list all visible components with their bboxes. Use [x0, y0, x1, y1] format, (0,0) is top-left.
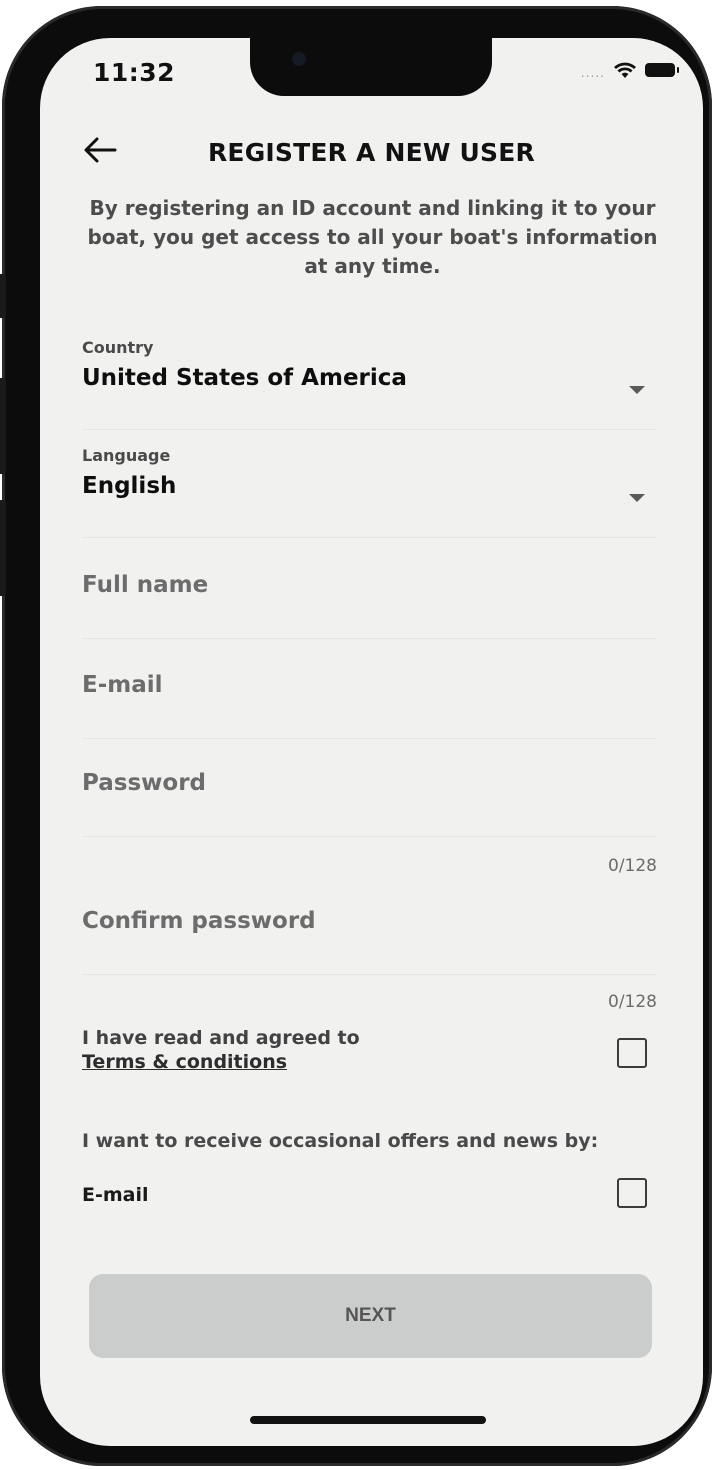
wifi-icon [614, 62, 636, 78]
signal-icon: ..... [580, 66, 605, 80]
divider [82, 537, 657, 538]
language-label: Language [82, 446, 171, 465]
divider [82, 738, 657, 739]
volume-up-button [0, 378, 6, 474]
country-value: United States of America [82, 365, 407, 391]
divider [82, 429, 657, 430]
confirm-password-counter-row: 0/128 [82, 992, 657, 1016]
status-time: 11:32 [93, 58, 176, 87]
intro-text: By registering an ID account and linking… [87, 196, 658, 278]
terms-link[interactable]: Terms & conditions [82, 1051, 287, 1073]
email-opt-checkbox[interactable] [617, 1178, 647, 1208]
email-field[interactable]: E-mail [82, 672, 657, 739]
terms-checkbox[interactable] [617, 1038, 647, 1068]
full-name-field[interactable]: Full name [82, 572, 657, 639]
mute-switch [0, 274, 6, 318]
divider [82, 638, 657, 639]
volume-down-button [0, 500, 6, 596]
offers-row: I want to receive occasional offers and … [82, 1130, 657, 1156]
full-name-placeholder: Full name [82, 572, 209, 598]
terms-text: I have read and agreed to [82, 1027, 360, 1049]
terms-row: I have read and agreed to Terms & condit… [82, 1026, 657, 1082]
country-select[interactable]: Country United States of America [82, 338, 657, 430]
email-opt-row: E-mail [82, 1178, 657, 1214]
screen: 11:32 ..... REGISTER A NEW USER By regis… [40, 38, 703, 1446]
divider [82, 836, 657, 837]
divider [82, 974, 657, 975]
chevron-down-icon [629, 386, 645, 394]
status-icons: ..... [580, 60, 679, 80]
password-char-counter: 0/128 [608, 856, 657, 876]
phone-frame: 11:32 ..... REGISTER A NEW USER By regis… [0, 6, 712, 1466]
confirm-password-char-counter: 0/128 [608, 992, 657, 1012]
notch [250, 38, 492, 96]
battery-icon [645, 63, 679, 77]
language-value: English [82, 473, 177, 499]
confirm-password-placeholder: Confirm password [82, 908, 316, 934]
email-placeholder: E-mail [82, 672, 163, 698]
camera-icon [292, 52, 306, 66]
confirm-password-field[interactable]: Confirm password [82, 908, 657, 975]
next-button[interactable]: NEXT [89, 1274, 652, 1358]
password-counter-row: 0/128 [82, 856, 657, 880]
chevron-down-icon [629, 494, 645, 502]
email-opt-label: E-mail [82, 1184, 149, 1206]
language-select[interactable]: Language English [82, 446, 657, 538]
password-field[interactable]: Password [82, 770, 657, 837]
page-title: REGISTER A NEW USER [207, 138, 535, 167]
country-label: Country [82, 338, 154, 357]
home-indicator [250, 1416, 486, 1424]
password-placeholder: Password [82, 770, 206, 796]
offers-label: I want to receive occasional offers and … [82, 1130, 599, 1152]
